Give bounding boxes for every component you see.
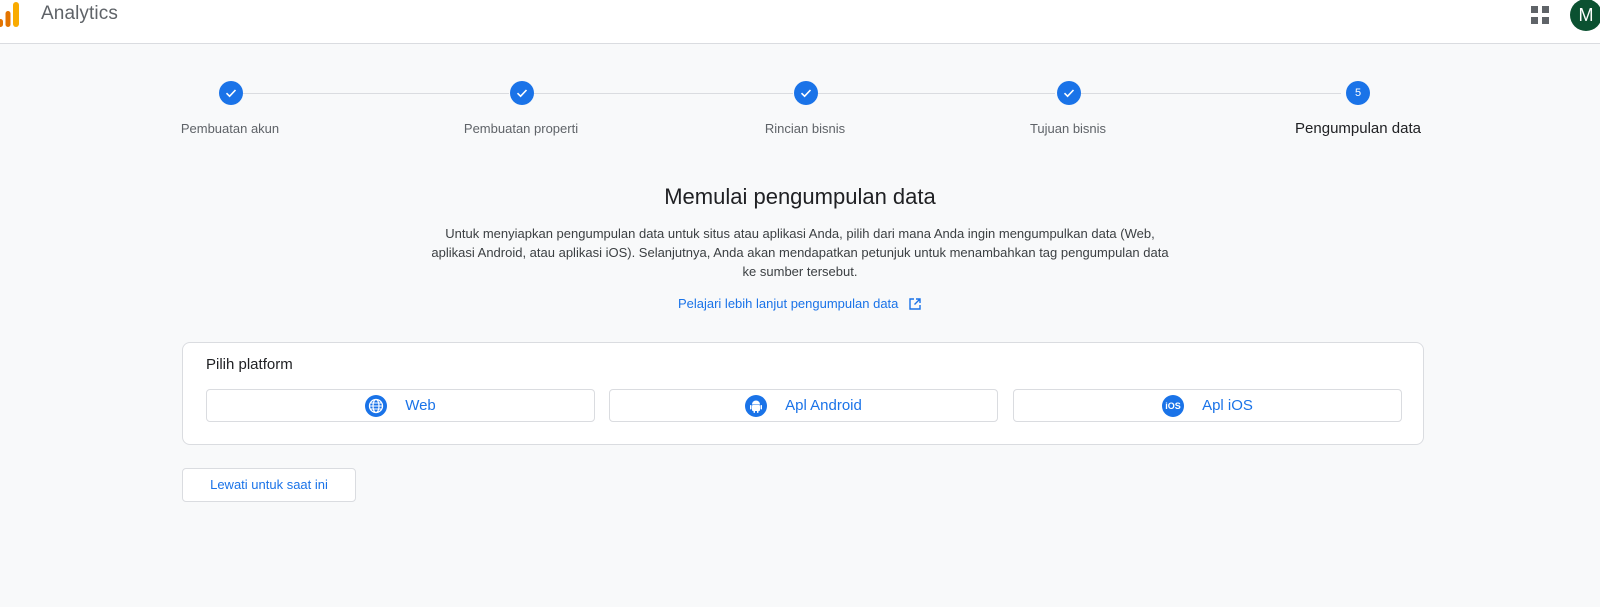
ios-platform-button[interactable]: iOS Apl iOS — [1013, 389, 1402, 422]
learn-more-link[interactable]: Pelajari lebih lanjut pengumpulan data — [0, 296, 1600, 311]
step-1-check-icon — [219, 81, 243, 105]
ios-platform-label: Apl iOS — [1202, 397, 1253, 414]
step-connector — [1081, 93, 1341, 94]
step-label-property: Pembuatan properti — [463, 121, 579, 136]
ios-icon: iOS — [1162, 394, 1185, 417]
step-connector — [534, 93, 793, 94]
step-4-check-icon — [1057, 81, 1081, 105]
setup-stepper: 5 Pembuatan akun Pembuatan properti Rinc… — [0, 0, 1600, 150]
page-title: Memulai pengumpulan data — [664, 184, 936, 209]
globe-icon — [365, 394, 388, 417]
step-label-account: Pembuatan akun — [180, 121, 280, 136]
skip-for-now-button[interactable]: Lewati untuk saat ini — [182, 468, 356, 502]
web-platform-button[interactable]: Web — [206, 389, 595, 422]
page-description: Untuk menyiapkan pengumpulan data untuk … — [431, 226, 1169, 279]
step-label-business-objectives: Tujuan bisnis — [1029, 121, 1107, 136]
step-3-check-icon — [794, 81, 818, 105]
android-platform-label: Apl Android — [785, 397, 862, 414]
android-icon — [745, 394, 768, 417]
step-label-data-collection: Pengumpulan data — [1295, 120, 1421, 137]
web-platform-label: Web — [405, 397, 436, 414]
learn-more-label[interactable]: Pelajari lebih lanjut pengumpulan data — [678, 296, 898, 311]
step-2-check-icon — [510, 81, 534, 105]
step-label-business-details: Rincian bisnis — [764, 121, 846, 136]
step-5-number: 5 — [1346, 81, 1370, 105]
platform-card-title: Pilih platform — [206, 356, 293, 373]
step-connector — [243, 93, 509, 94]
open-in-new-icon — [909, 298, 921, 310]
step-connector — [817, 93, 1055, 94]
platform-card: Pilih platform Web Apl Android iOS Apl i… — [182, 342, 1424, 445]
android-platform-button[interactable]: Apl Android — [609, 389, 998, 422]
